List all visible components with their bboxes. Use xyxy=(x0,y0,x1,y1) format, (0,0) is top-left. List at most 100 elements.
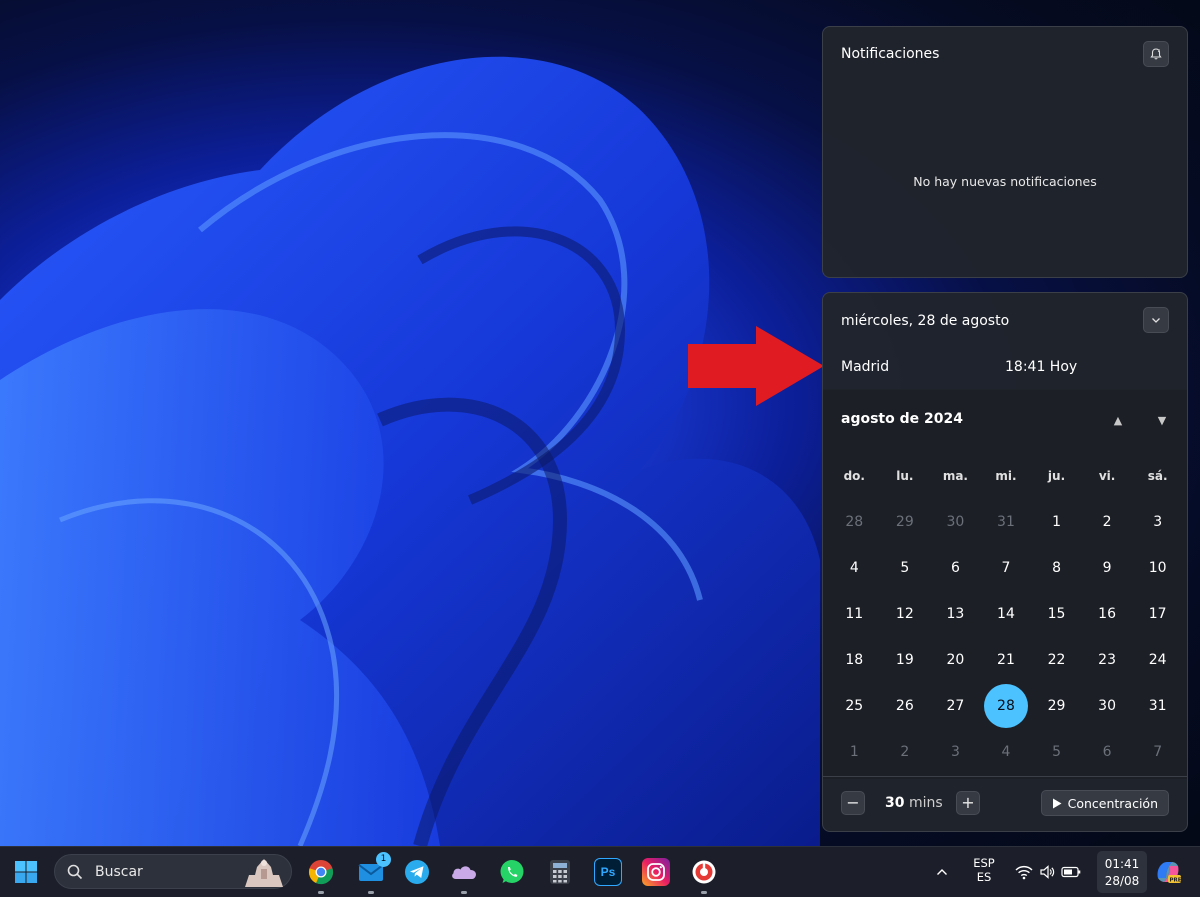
calendar-day[interactable]: 21 xyxy=(981,652,1032,668)
play-icon xyxy=(1052,798,1062,808)
copilot-button[interactable]: PRE xyxy=(1154,858,1182,886)
world-clock-row: Madrid 18:41 Hoy xyxy=(823,345,1187,390)
weekday-header-row: do. lu. ma. mi. ju. vi. sá. xyxy=(829,453,1183,499)
calendar-day[interactable]: 9 xyxy=(1082,560,1133,576)
clock-button[interactable]: 01:41 28/08 xyxy=(1097,851,1147,893)
calendar-day[interactable]: 1 xyxy=(829,744,880,760)
whatsapp-taskbar-button[interactable] xyxy=(498,858,526,886)
calendar-day[interactable]: 5 xyxy=(880,560,931,576)
language-code: ESP xyxy=(973,856,995,870)
telegram-taskbar-button[interactable] xyxy=(403,858,431,886)
calendar-day[interactable]: 3 xyxy=(1132,514,1183,530)
mail-taskbar-button[interactable]: 1 xyxy=(357,852,391,894)
focus-minutes-value: 30 xyxy=(885,795,905,811)
calendar-day[interactable]: 27 xyxy=(930,698,981,714)
calendar-day[interactable]: 30 xyxy=(930,514,981,530)
weekday-label: lu. xyxy=(896,469,914,483)
calendar-day[interactable]: 3 xyxy=(930,744,981,760)
onedrive-taskbar-button[interactable] xyxy=(450,858,478,894)
calendar-day[interactable]: 22 xyxy=(1031,652,1082,668)
month-label[interactable]: agosto de 2024 xyxy=(841,411,963,427)
calendar-day[interactable]: 2 xyxy=(1082,514,1133,530)
calendar-day[interactable]: 6 xyxy=(930,560,981,576)
photoshop-taskbar-button[interactable]: Ps xyxy=(594,858,622,886)
calendar-day[interactable]: 25 xyxy=(829,698,880,714)
bell-snooze-icon: z xyxy=(1150,48,1162,60)
calendar-day[interactable]: 31 xyxy=(981,514,1032,530)
wifi-icon xyxy=(1015,865,1033,880)
calendar-day[interactable]: 30 xyxy=(1082,698,1133,714)
keyboard-layout-code: ES xyxy=(976,870,992,884)
decrease-minutes-button[interactable]: − xyxy=(841,791,865,815)
today-highlight: 28 xyxy=(983,684,1028,728)
input-language-indicator[interactable]: ESP ES xyxy=(964,856,1004,884)
calendar-day[interactable]: 29 xyxy=(1031,698,1082,714)
calendar-day[interactable]: 12 xyxy=(880,606,931,622)
collapse-calendar-button[interactable] xyxy=(1143,307,1169,333)
calendar-day[interactable]: 4 xyxy=(829,560,880,576)
svg-text:z: z xyxy=(1158,49,1161,54)
notifications-panel: Notificaciones z No hay nuevas notificac… xyxy=(822,26,1188,278)
focus-duration: 30 mins xyxy=(885,795,943,811)
calendar-day[interactable]: 11 xyxy=(829,606,880,622)
calendar-day[interactable]: 1 xyxy=(1031,514,1082,530)
calendar-day[interactable]: 8 xyxy=(1031,560,1082,576)
calendar-day[interactable]: 18 xyxy=(829,652,880,668)
calendar-week-row: 11 12 13 14 15 16 17 xyxy=(829,591,1183,637)
search-placeholder: Buscar xyxy=(95,864,143,880)
calendar-day[interactable]: 5 xyxy=(1031,744,1082,760)
svg-text:PRE: PRE xyxy=(1170,878,1182,884)
calendar-day[interactable]: 14 xyxy=(981,606,1032,622)
calendar-week-row: 18 19 20 21 22 23 24 xyxy=(829,637,1183,683)
calendar-day[interactable]: 23 xyxy=(1082,652,1133,668)
calendar-day[interactable]: 20 xyxy=(930,652,981,668)
notifications-title: Notificaciones xyxy=(841,46,940,62)
calendar-day[interactable]: 24 xyxy=(1132,652,1183,668)
search-icon xyxy=(67,864,83,880)
calendar-week-row: 28 29 30 31 1 2 3 xyxy=(829,499,1183,545)
running-indicator xyxy=(368,891,374,894)
calendar-day[interactable]: 17 xyxy=(1132,606,1183,622)
quick-settings-button[interactable] xyxy=(1012,858,1084,886)
calendar-day[interactable]: 19 xyxy=(880,652,931,668)
instagram-taskbar-button[interactable] xyxy=(642,858,670,886)
calendar-date-title: miércoles, 28 de agosto xyxy=(841,313,1010,329)
app-taskbar-button[interactable] xyxy=(690,858,718,894)
do-not-disturb-button[interactable]: z xyxy=(1143,41,1169,67)
calculator-taskbar-button[interactable] xyxy=(546,858,574,886)
start-button[interactable] xyxy=(12,858,40,886)
weekday-label: sá. xyxy=(1147,469,1168,483)
calendar-day[interactable]: 6 xyxy=(1082,744,1133,760)
calendar-day-today[interactable]: 28 xyxy=(981,684,1032,728)
calendar-panel: miércoles, 28 de agosto Madrid 18:41 Hoy… xyxy=(822,292,1188,832)
calendar-day[interactable]: 29 xyxy=(880,514,931,530)
start-focus-button[interactable]: Concentración xyxy=(1040,790,1169,816)
show-hidden-icons-button[interactable] xyxy=(928,858,956,886)
calendar-day[interactable]: 10 xyxy=(1132,560,1183,576)
calendar-day[interactable]: 7 xyxy=(981,560,1032,576)
calendar-day[interactable]: 4 xyxy=(981,744,1032,760)
chrome-icon xyxy=(308,860,334,885)
calendar-day[interactable]: 26 xyxy=(880,698,931,714)
taskbar-search[interactable]: Buscar xyxy=(54,854,292,889)
calendar-day[interactable]: 7 xyxy=(1132,744,1183,760)
taskbar: Buscar 1 Ps ESP ES 01:41 28/08 PRE xyxy=(0,846,1200,897)
triangle-down-icon: ▼ xyxy=(1157,413,1167,427)
calendar-day[interactable]: 13 xyxy=(930,606,981,622)
calendar-day[interactable]: 31 xyxy=(1132,698,1183,714)
red-arrow-annotation xyxy=(688,326,824,406)
next-month-button[interactable]: ▼ xyxy=(1153,411,1171,429)
whatsapp-icon xyxy=(500,860,524,883)
calendar-day[interactable]: 16 xyxy=(1082,606,1133,622)
calendar-day[interactable]: 15 xyxy=(1031,606,1082,622)
battery-icon xyxy=(1061,866,1081,878)
previous-month-button[interactable]: ▲ xyxy=(1109,411,1127,429)
calendar-day[interactable]: 28 xyxy=(829,514,880,530)
world-clock-city: Madrid xyxy=(841,359,890,375)
focus-session-row: − 30 mins + Concentración xyxy=(823,776,1187,831)
chevron-up-icon xyxy=(937,869,947,875)
increase-minutes-button[interactable]: + xyxy=(956,791,980,815)
volume-icon xyxy=(1040,865,1055,879)
chrome-taskbar-button[interactable] xyxy=(307,858,335,894)
calendar-day[interactable]: 2 xyxy=(880,744,931,760)
